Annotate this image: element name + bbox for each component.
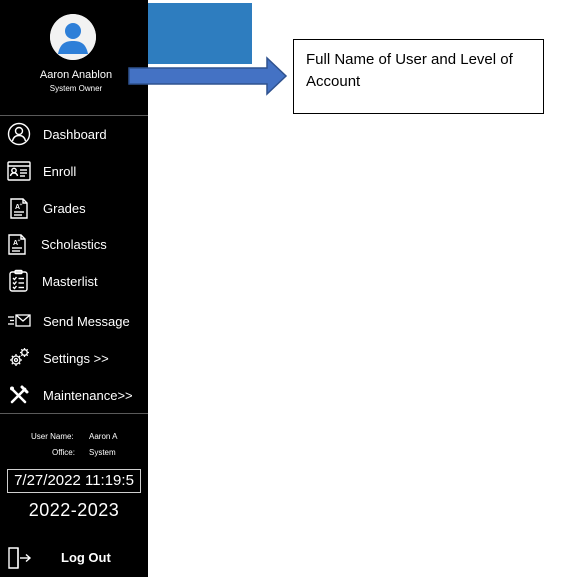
sidebar: Aaron Anablon System Owner Dashboard Enr…: [0, 0, 148, 577]
nav-label-maintenance: Maintenance>>: [43, 388, 133, 403]
grade-sheet-icon: A +: [7, 196, 31, 220]
profile-section: Aaron Anablon System Owner: [0, 0, 148, 115]
right-arrow-shape: [128, 56, 288, 96]
nav-label-settings: Settings >>: [43, 351, 109, 366]
scholastic-sheet-icon: A +: [5, 232, 29, 256]
school-year: 2022-2023: [28, 500, 120, 520]
user-name-label: User Name:: [31, 432, 74, 441]
nav-item-grades[interactable]: A + Grades: [0, 191, 148, 225]
divider: [0, 413, 148, 414]
logout-door-icon: [6, 546, 32, 570]
nav-item-masterlist[interactable]: Masterlist: [0, 264, 148, 298]
nav-item-settings[interactable]: Settings >>: [0, 341, 148, 375]
header-blue-panel: [148, 3, 252, 64]
tools-icon: [7, 383, 31, 407]
nav-item-maintenance[interactable]: Maintenance>>: [0, 378, 148, 412]
nav-item-scholastics[interactable]: A + Scholastics: [0, 227, 148, 261]
nav-label-enroll: Enroll: [43, 164, 77, 179]
divider: [0, 115, 148, 116]
nav-label-send-message: Send Message: [43, 314, 130, 329]
nav-item-dashboard[interactable]: Dashboard: [0, 117, 148, 151]
svg-text:+: +: [18, 238, 21, 244]
office-value: System: [89, 448, 116, 457]
callout-box: Full Name of User and Level of Account: [293, 39, 544, 114]
user-avatar-icon: [50, 14, 96, 60]
send-envelope-icon: [7, 309, 31, 333]
gears-icon: [7, 346, 31, 370]
user-name-value: Aaron A: [89, 432, 118, 441]
checklist-icon: [7, 269, 31, 293]
nav-label-grades: Grades: [43, 201, 86, 216]
logout-label: Log Out: [61, 550, 111, 565]
nav-label-scholastics: Scholastics: [41, 237, 107, 252]
logout-button[interactable]: Log Out: [0, 541, 148, 575]
nav-item-enroll[interactable]: Enroll: [0, 154, 148, 188]
dashboard-person-icon: [7, 122, 31, 146]
nav-label-masterlist: Masterlist: [42, 274, 98, 289]
office-label: Office:: [52, 448, 75, 457]
svg-text:+: +: [20, 202, 23, 208]
nav-item-send-message[interactable]: Send Message: [0, 304, 148, 338]
id-card-icon: [7, 159, 31, 183]
avatar: [50, 14, 96, 60]
callout-text: Full Name of User and Level of Account: [306, 51, 513, 90]
nav-label-dashboard: Dashboard: [43, 127, 107, 142]
datetime-display: 7/27/2022 11:19:5: [7, 469, 141, 493]
